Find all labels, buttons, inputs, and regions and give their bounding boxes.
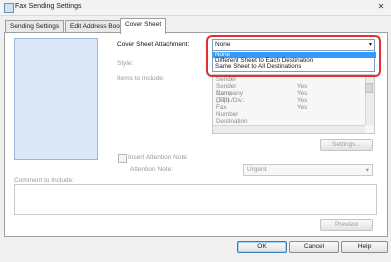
cover-sheet-preview-image — [14, 38, 98, 160]
tab-cover-sheet[interactable]: Cover Sheet — [120, 18, 167, 34]
list-item-value: Yes — [297, 104, 308, 111]
window-title: Fax Sending Settings — [15, 3, 82, 10]
items-to-include-list[interactable]: Sender Sender Name (TTI) Yes Company Yes… — [212, 74, 375, 134]
highlight-outline — [206, 35, 381, 77]
insert-attention-note-checkbox[interactable] — [118, 154, 127, 163]
style-label: Style: — [117, 60, 134, 67]
list-item: Dept./Div.: — [216, 97, 245, 104]
scrollbar-thumb[interactable] — [365, 83, 373, 93]
comment-to-include-label: Comment to Include: — [14, 177, 74, 184]
list-item: Sender — [216, 76, 237, 83]
horizontal-scrollbar[interactable] — [213, 125, 365, 133]
list-item-value: Yes — [297, 90, 308, 97]
settings-button[interactable]: Settings... — [320, 139, 373, 151]
list-item-value: Yes — [297, 97, 308, 104]
vertical-scrollbar[interactable] — [365, 75, 374, 125]
comment-input[interactable] — [14, 184, 377, 215]
ok-button[interactable]: OK — [237, 241, 287, 253]
fax-app-icon — [4, 3, 14, 13]
items-to-include-label: Items to Include: — [117, 75, 165, 82]
help-button[interactable]: Help — [341, 241, 388, 253]
insert-attention-note-label: Insert Attention Note — [128, 154, 187, 161]
attention-note-label: Attention Note: — [130, 166, 173, 173]
list-item: Destination — [216, 118, 248, 125]
title-bar: Fax Sending Settings ✕ — [0, 0, 391, 16]
attention-note-value: Urgent — [247, 166, 267, 173]
attention-note-select[interactable]: Urgent ▾ — [243, 164, 373, 176]
list-item: Company — [216, 90, 243, 97]
list-item: Fax Number — [216, 104, 239, 118]
chevron-down-icon: ▾ — [365, 167, 369, 174]
cover-sheet-attachment-label: Cover Sheet Attachment: — [117, 41, 190, 48]
cancel-button[interactable]: Cancel — [289, 241, 339, 253]
close-icon[interactable]: ✕ — [374, 2, 388, 12]
preview-button[interactable]: Preview — [320, 219, 373, 231]
list-item-value: Yes — [297, 83, 308, 90]
